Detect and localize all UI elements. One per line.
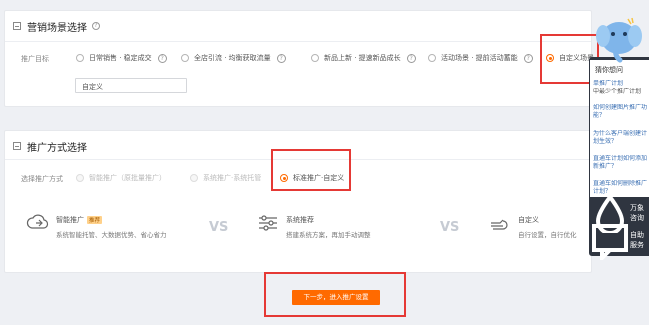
faq-item[interactable]: 如何创建图片推广功能？ xyxy=(593,104,649,120)
scene-option-label: 日常销售 · 稳定成交 xyxy=(89,54,152,62)
feature-title: 系统推荐 xyxy=(286,216,314,224)
feature-custom: 自定义 自行设置，自行优化 xyxy=(488,200,577,255)
feature-smart: 智能推广 推荐 系统智能托管、大数据优势、省心省力 xyxy=(26,200,167,255)
promotion-goal-label: 推广目标 xyxy=(21,55,49,63)
faq-title: 猜你想问 xyxy=(595,66,623,74)
sliders-icon xyxy=(259,215,277,231)
scene-option-activity[interactable]: 活动场景 · 提前活动蓄能 ? xyxy=(428,53,533,63)
feature-title: 自定义 xyxy=(518,216,539,224)
method-option-system[interactable]: 系统推广·系统托管 xyxy=(190,173,261,183)
feature-title: 智能推广 xyxy=(56,216,84,224)
help-icon[interactable]: ? xyxy=(523,53,533,63)
service-label: 万象咨询 xyxy=(630,204,645,222)
chat-icon xyxy=(592,224,629,261)
feature-desc: 搭建系统方案，再加手动调整 xyxy=(286,231,371,239)
marketing-scene-title: 营销场景选择 xyxy=(27,22,87,34)
method-option-label: 智能推广（原批量推广） xyxy=(89,174,166,182)
cloud-icon xyxy=(26,214,49,229)
highlight-box xyxy=(271,149,351,191)
method-option-label: 系统推广·系统托管 xyxy=(203,174,262,182)
collapse-icon[interactable] xyxy=(13,22,21,30)
vs-label: VS xyxy=(209,220,229,235)
feature-desc: 自行设置，自行优化 xyxy=(518,231,577,239)
scene-option-daily-sales[interactable]: 日常销售 · 稳定成交 ? xyxy=(76,53,167,63)
recommend-badge: 推荐 xyxy=(87,216,103,224)
radio-dot[interactable] xyxy=(311,54,319,62)
radio-dot[interactable] xyxy=(190,174,198,182)
scene-option-label: 新品上新 · 提速新品成长 xyxy=(324,54,401,62)
vs-label: VS xyxy=(440,220,460,235)
collapse-icon[interactable] xyxy=(13,142,21,150)
scene-option-label: 活动场景 · 提前活动蓄能 xyxy=(441,54,518,62)
method-option-smart[interactable]: 智能推广（原批量推广） xyxy=(76,173,166,183)
hand-icon xyxy=(491,219,508,230)
radio-dot[interactable] xyxy=(181,54,189,62)
radio-dot[interactable] xyxy=(428,54,436,62)
custom-scene-input[interactable]: 自定义 xyxy=(75,78,187,93)
help-icon[interactable]: ? xyxy=(406,53,416,63)
scene-option-store-traffic[interactable]: 全店引流 · 均衡获取流量 ? xyxy=(181,53,286,63)
marketing-scene-header: 营销场景选择 ? xyxy=(13,19,100,34)
radio-dot[interactable] xyxy=(76,174,84,182)
feature-desc: 系统智能托管、大数据优势、省心省力 xyxy=(56,231,167,239)
scene-option-label: 全店引流 · 均衡获取流量 xyxy=(194,54,271,62)
help-icon[interactable]: ? xyxy=(157,53,167,63)
feature-system: 系统推荐 搭建系统方案，再加手动调整 xyxy=(256,200,371,255)
promotion-method-header: 推广方式选择 xyxy=(13,139,87,154)
radio-dot[interactable] xyxy=(76,54,84,62)
service-self-help[interactable]: 自助服务 xyxy=(590,224,649,261)
mascot-elephant-icon xyxy=(596,17,642,63)
faq-item[interactable]: 中最少个推广计划 xyxy=(593,88,649,96)
highlight-box xyxy=(264,272,406,317)
service-label: 自助服务 xyxy=(630,231,645,249)
divider xyxy=(5,41,591,42)
faq-item[interactable]: 直通车计划如何添加新推广？ xyxy=(593,155,649,171)
promotion-method-title: 推广方式选择 xyxy=(27,142,87,154)
help-icon[interactable]: ? xyxy=(92,22,100,30)
faq-item[interactable]: 单推广计划 xyxy=(593,80,649,88)
scene-option-new-product[interactable]: 新品上新 · 提速新品成长 ? xyxy=(311,53,416,63)
faq-item[interactable]: 为什么客户端创建计划生效？ xyxy=(593,130,649,146)
help-icon[interactable]: ? xyxy=(276,53,286,63)
promotion-method-label: 选择推广方式 xyxy=(21,175,63,183)
